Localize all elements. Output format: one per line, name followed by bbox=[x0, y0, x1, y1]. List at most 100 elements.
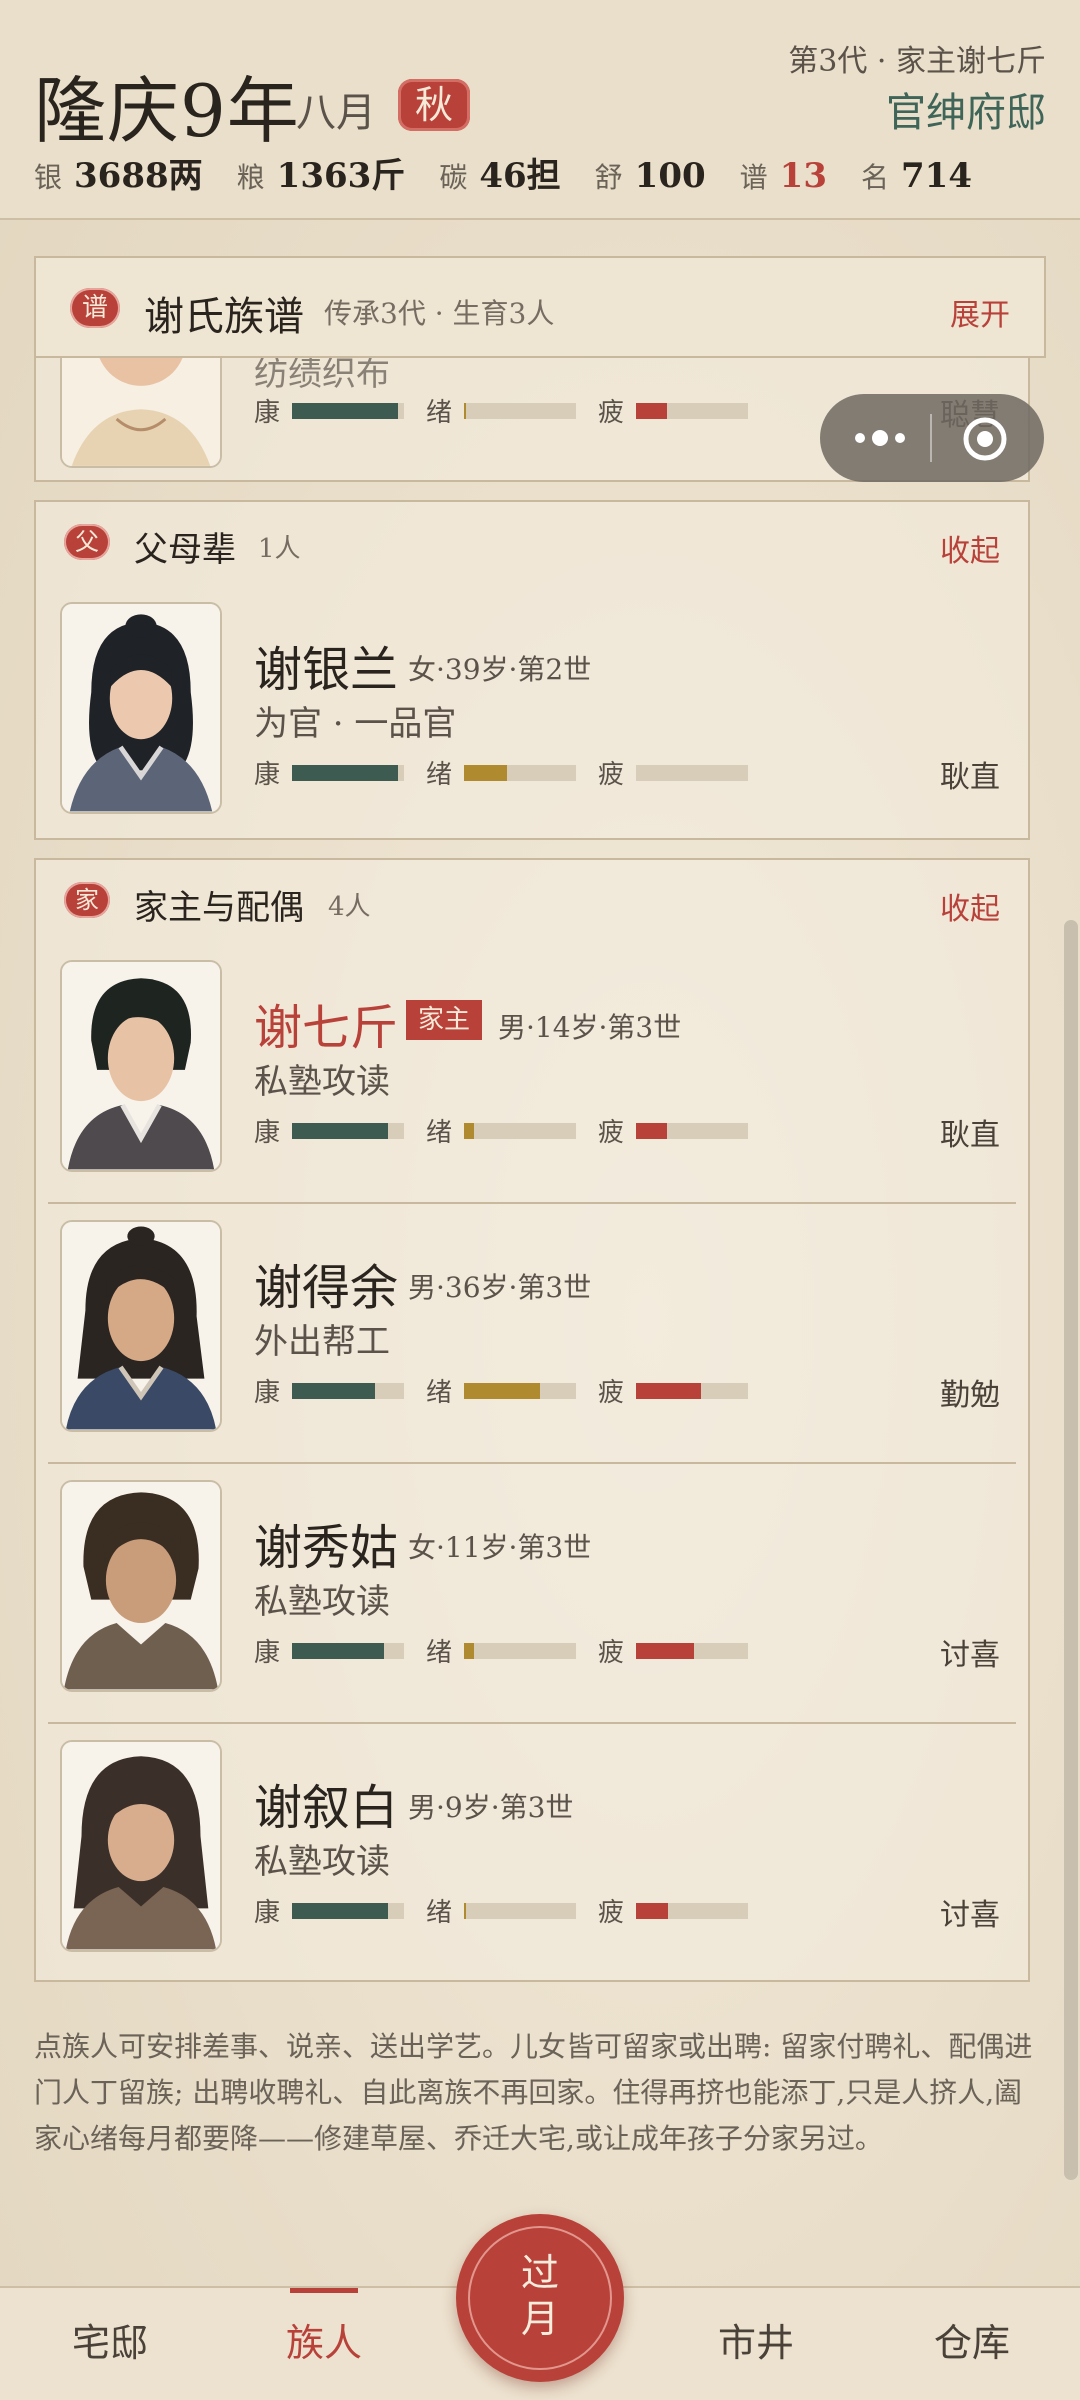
status-bars: 康 绪 疲 bbox=[254, 1892, 770, 1929]
member-card[interactable]: 谢秀姑 女·11岁·第3世 私塾攻读 康 绪 疲 讨喜 bbox=[36, 1464, 1028, 1724]
status-bars: 康 绪 疲 bbox=[254, 392, 770, 429]
fatigue-bar: 疲 bbox=[598, 754, 748, 791]
section-title: 家主与配偶 bbox=[134, 888, 304, 928]
member-card[interactable]: 谢七斤 家主 男·14岁·第3世 私塾攻读 康 绪 疲 耿直 bbox=[36, 944, 1028, 1204]
collapse-button[interactable]: 收起 bbox=[940, 526, 1000, 570]
stat-value: 46担 bbox=[479, 156, 561, 196]
status-header: 隆庆9年 八月 秋 第3代 · 家主谢七斤 官绅府邸 银 3688两 粮 136… bbox=[0, 0, 1080, 220]
mini-program-capsule bbox=[820, 394, 1044, 482]
bar-label: 康 bbox=[254, 398, 281, 428]
bar-fill bbox=[464, 764, 507, 781]
bar-label: 疲 bbox=[598, 760, 625, 790]
member-card[interactable]: 谢叙白 男·9岁·第3世 私塾攻读 康 绪 疲 讨喜 bbox=[36, 1724, 1028, 1984]
bar-label: 康 bbox=[254, 1118, 281, 1148]
month-label: 八月 bbox=[296, 90, 376, 136]
bar-track bbox=[464, 1382, 576, 1399]
nav-home[interactable]: 宅邸 bbox=[30, 2312, 190, 2367]
bar-fill bbox=[636, 1902, 669, 1919]
portrait bbox=[60, 1220, 222, 1432]
bar-fill bbox=[292, 1902, 389, 1919]
member-card[interactable]: 谢得余 男·36岁·第3世 外出帮工 康 绪 疲 勤勉 bbox=[36, 1204, 1028, 1464]
nav-market[interactable]: 市井 bbox=[676, 2312, 836, 2367]
bar-fill bbox=[464, 1902, 467, 1919]
bar-fill bbox=[292, 402, 399, 419]
section-title: 父母辈 bbox=[134, 530, 236, 570]
bar-label: 康 bbox=[254, 1378, 281, 1408]
bar-label: 疲 bbox=[598, 1898, 625, 1928]
bar-label: 康 bbox=[254, 1638, 281, 1668]
bar-fill bbox=[636, 402, 668, 419]
health-bar: 康 bbox=[254, 1372, 404, 1409]
fatigue-bar: 疲 bbox=[598, 1632, 748, 1669]
portrait-illustration bbox=[62, 1742, 220, 1950]
bar-label: 疲 bbox=[598, 398, 625, 428]
mood-bar: 绪 bbox=[426, 754, 576, 791]
bar-label: 疲 bbox=[598, 1638, 625, 1668]
bar-label: 绪 bbox=[426, 398, 453, 428]
bar-label: 康 bbox=[254, 760, 281, 790]
status-bars: 康 绪 疲 bbox=[254, 1372, 770, 1409]
member-meta: 女·39岁·第2世 bbox=[408, 653, 592, 686]
member-job: 私塾攻读 bbox=[254, 1582, 390, 1622]
more-dots-icon[interactable] bbox=[848, 420, 912, 456]
section-header[interactable]: 父 父母辈 1人 收起 bbox=[36, 502, 1028, 582]
bar-track bbox=[292, 1122, 404, 1139]
section-header[interactable]: 家 家主与配偶 4人 收起 bbox=[36, 860, 1028, 940]
bar-track bbox=[292, 1642, 404, 1659]
bar-label: 绪 bbox=[426, 1898, 453, 1928]
bar-track bbox=[292, 1382, 404, 1399]
end-month-button[interactable]: 过 月 bbox=[456, 2214, 624, 2382]
bar-label: 绪 bbox=[426, 760, 453, 790]
stat-value: 1363斤 bbox=[276, 156, 406, 196]
bar-track bbox=[292, 402, 404, 419]
bar-label: 疲 bbox=[598, 1378, 625, 1408]
season-badge: 秋 bbox=[398, 79, 470, 131]
resource-stats: 银 3688两 粮 1363斤 碳 46担 舒 100 谱 13 名 714 bbox=[34, 148, 1006, 197]
bar-track bbox=[636, 1642, 748, 1659]
section-seal-icon: 父 bbox=[64, 524, 110, 560]
section-count: 4人 bbox=[328, 892, 371, 922]
member-trait: 讨喜 bbox=[940, 1638, 1000, 1673]
health-bar: 康 bbox=[254, 754, 404, 791]
bar-fill bbox=[292, 764, 399, 781]
head-of-family-badge: 家主 bbox=[406, 1000, 483, 1040]
member-card[interactable]: 谢银兰 女·39岁·第2世 为官 · 一品官 康 绪 疲 耿直 bbox=[36, 586, 1028, 846]
nav-clan[interactable]: 族人 bbox=[244, 2312, 404, 2367]
bar-track bbox=[464, 1642, 576, 1659]
scrollbar[interactable] bbox=[1064, 920, 1078, 2180]
close-target-icon[interactable] bbox=[960, 414, 1010, 464]
bar-label: 绪 bbox=[426, 1638, 453, 1668]
stat-label: 谱 bbox=[739, 161, 768, 194]
stat-grain: 粮 1363斤 bbox=[237, 148, 406, 197]
member-job: 外出帮工 bbox=[254, 1322, 390, 1362]
stat-label: 粮 bbox=[236, 161, 265, 194]
bar-fill bbox=[464, 402, 467, 419]
stat-value: 3688两 bbox=[74, 156, 203, 196]
stat-coal: 碳 46担 bbox=[439, 148, 560, 197]
nav-storage[interactable]: 仓库 bbox=[892, 2312, 1052, 2367]
clan-genealogy-header[interactable]: 谱 谢氏族谱 传承3代 · 生育3人 展开 bbox=[34, 256, 1046, 358]
section-count: 1人 bbox=[258, 534, 301, 564]
portrait bbox=[60, 602, 222, 814]
health-bar: 康 bbox=[254, 1632, 404, 1669]
member-name: 谢叙白 bbox=[254, 1780, 399, 1836]
status-bars: 康 绪 疲 bbox=[254, 754, 770, 791]
generation-label: 第3代 · 家主谢七斤 bbox=[788, 44, 1046, 79]
expand-button[interactable]: 展开 bbox=[950, 290, 1010, 334]
mood-bar: 绪 bbox=[426, 1632, 576, 1669]
health-bar: 康 bbox=[254, 392, 404, 429]
bar-track bbox=[636, 1382, 748, 1399]
help-tip-text: 点族人可安排差事、说亲、送出学艺。儿女皆可留家或出聘: 留家付聘礼、配偶进门人丁… bbox=[34, 2030, 1033, 2155]
bar-fill bbox=[292, 1122, 389, 1139]
bar-fill bbox=[292, 1382, 375, 1399]
health-bar: 康 bbox=[254, 1892, 404, 1929]
stat-value: 13 bbox=[779, 156, 827, 196]
member-trait: 勤勉 bbox=[940, 1378, 1000, 1413]
bar-track bbox=[636, 1902, 748, 1919]
end-month-char-1: 过 bbox=[520, 2251, 559, 2295]
bar-fill bbox=[464, 1122, 475, 1139]
collapse-button[interactable]: 收起 bbox=[940, 884, 1000, 928]
health-bar: 康 bbox=[254, 1112, 404, 1149]
fatigue-bar: 疲 bbox=[598, 392, 748, 429]
bar-track bbox=[292, 1902, 404, 1919]
